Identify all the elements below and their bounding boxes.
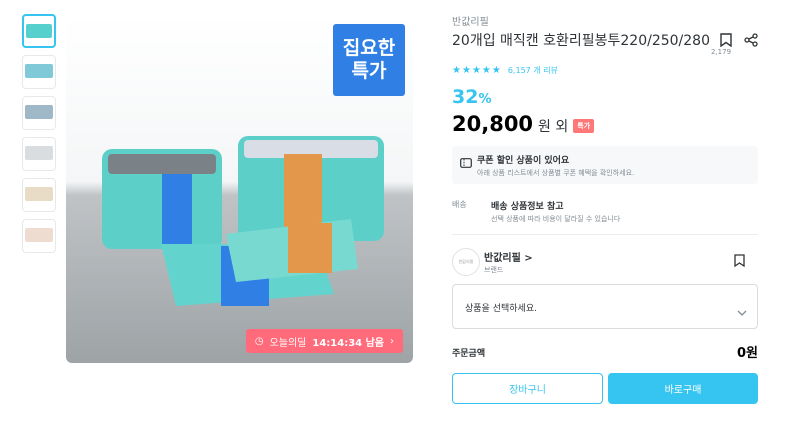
add-to-cart-button[interactable]: 장바구니 xyxy=(452,373,603,404)
bookmark-icon xyxy=(734,254,745,268)
shipping-label: 배송 xyxy=(452,200,467,209)
rating-row[interactable]: ★ ★ ★ ★ ★ 6,157 개 리뷰 xyxy=(452,65,558,76)
promo-badge-line1: 집요한 xyxy=(342,37,396,59)
scrap-count: 2,179 xyxy=(711,48,732,56)
option-select[interactable]: 상품을 선택하세요. xyxy=(452,284,758,329)
coupon-title: 쿠폰 할인 상품이 있어요 xyxy=(477,156,570,166)
star-icon: ★ xyxy=(481,65,491,76)
discount-unit: % xyxy=(478,92,492,107)
brand-sub-label: 브랜드 xyxy=(484,266,504,274)
star-icon: ★ xyxy=(491,65,501,76)
product-main-image[interactable]: 집요한 특가 ◷ 오늘의딜 14:14:34 남음 › xyxy=(66,14,413,363)
review-count[interactable]: 6,157 개 리뷰 xyxy=(508,65,558,76)
thumbnail-2[interactable] xyxy=(22,55,56,89)
shipping-sub: 선택 상품에 따라 비용이 달라질 수 있습니다 xyxy=(491,215,621,223)
thumbnail-3[interactable] xyxy=(22,96,56,130)
discount-rate: 32% xyxy=(452,86,491,108)
star-icon: ★ xyxy=(461,65,471,76)
brand-bookmark-button[interactable] xyxy=(734,252,745,271)
clock-icon: ◷ xyxy=(254,335,264,347)
thumbnail-5[interactable] xyxy=(22,178,56,212)
coupon-icon xyxy=(460,153,472,172)
discount-value: 32 xyxy=(452,86,479,108)
brand-link[interactable]: 반값리필 xyxy=(452,13,489,28)
deal-timer-time: 14:14:34 남음 xyxy=(312,337,384,349)
shipping-title: 배송 상품정보 참고 xyxy=(491,202,564,212)
thumbnail-4[interactable] xyxy=(22,137,56,171)
chevron-right-icon: › xyxy=(390,335,394,347)
star-icon: ★ xyxy=(471,65,481,76)
chevron-down-icon xyxy=(737,301,747,320)
price-row: 20,800 원 외 특가 xyxy=(452,112,595,136)
thumbnail-list xyxy=(22,14,60,260)
share-button[interactable] xyxy=(744,32,758,51)
coupon-box[interactable]: 쿠폰 할인 상품이 있어요 아래 상품 리스트에서 상품별 쿠폰 혜택을 확인하… xyxy=(452,146,758,184)
coupon-sub: 아래 상품 리스트에서 상품별 쿠폰 혜택을 확인하세요. xyxy=(477,169,635,177)
product-title: 20개입 매직캔 호환리필봉투220/250/280 xyxy=(452,33,710,49)
star-icon: ★ xyxy=(452,65,461,76)
thumbnail-6[interactable] xyxy=(22,219,56,253)
sale-tag: 특가 xyxy=(573,119,595,133)
bookmark-icon xyxy=(720,33,732,48)
deal-timer[interactable]: ◷ 오늘의딜 14:14:34 남음 › xyxy=(245,329,403,353)
promo-badge: 집요한 특가 xyxy=(333,24,405,96)
order-amount-label: 주문금액 xyxy=(452,349,486,359)
buy-now-button[interactable]: 바로구매 xyxy=(608,373,758,404)
thumbnail-1[interactable] xyxy=(22,14,56,48)
promo-badge-line2: 특가 xyxy=(351,60,387,82)
deal-timer-label: 오늘의딜 xyxy=(269,337,307,349)
share-icon xyxy=(744,33,758,47)
divider xyxy=(452,234,758,235)
price-suffix: 원 외 xyxy=(538,119,569,135)
order-amount-value: 0원 xyxy=(736,346,758,361)
brand-logo[interactable]: 반값리필 xyxy=(452,248,480,276)
brand-name-link[interactable]: 반값리필 > xyxy=(484,249,533,264)
option-select-placeholder: 상품을 선택하세요. xyxy=(465,304,537,314)
price: 20,800 xyxy=(452,112,534,136)
